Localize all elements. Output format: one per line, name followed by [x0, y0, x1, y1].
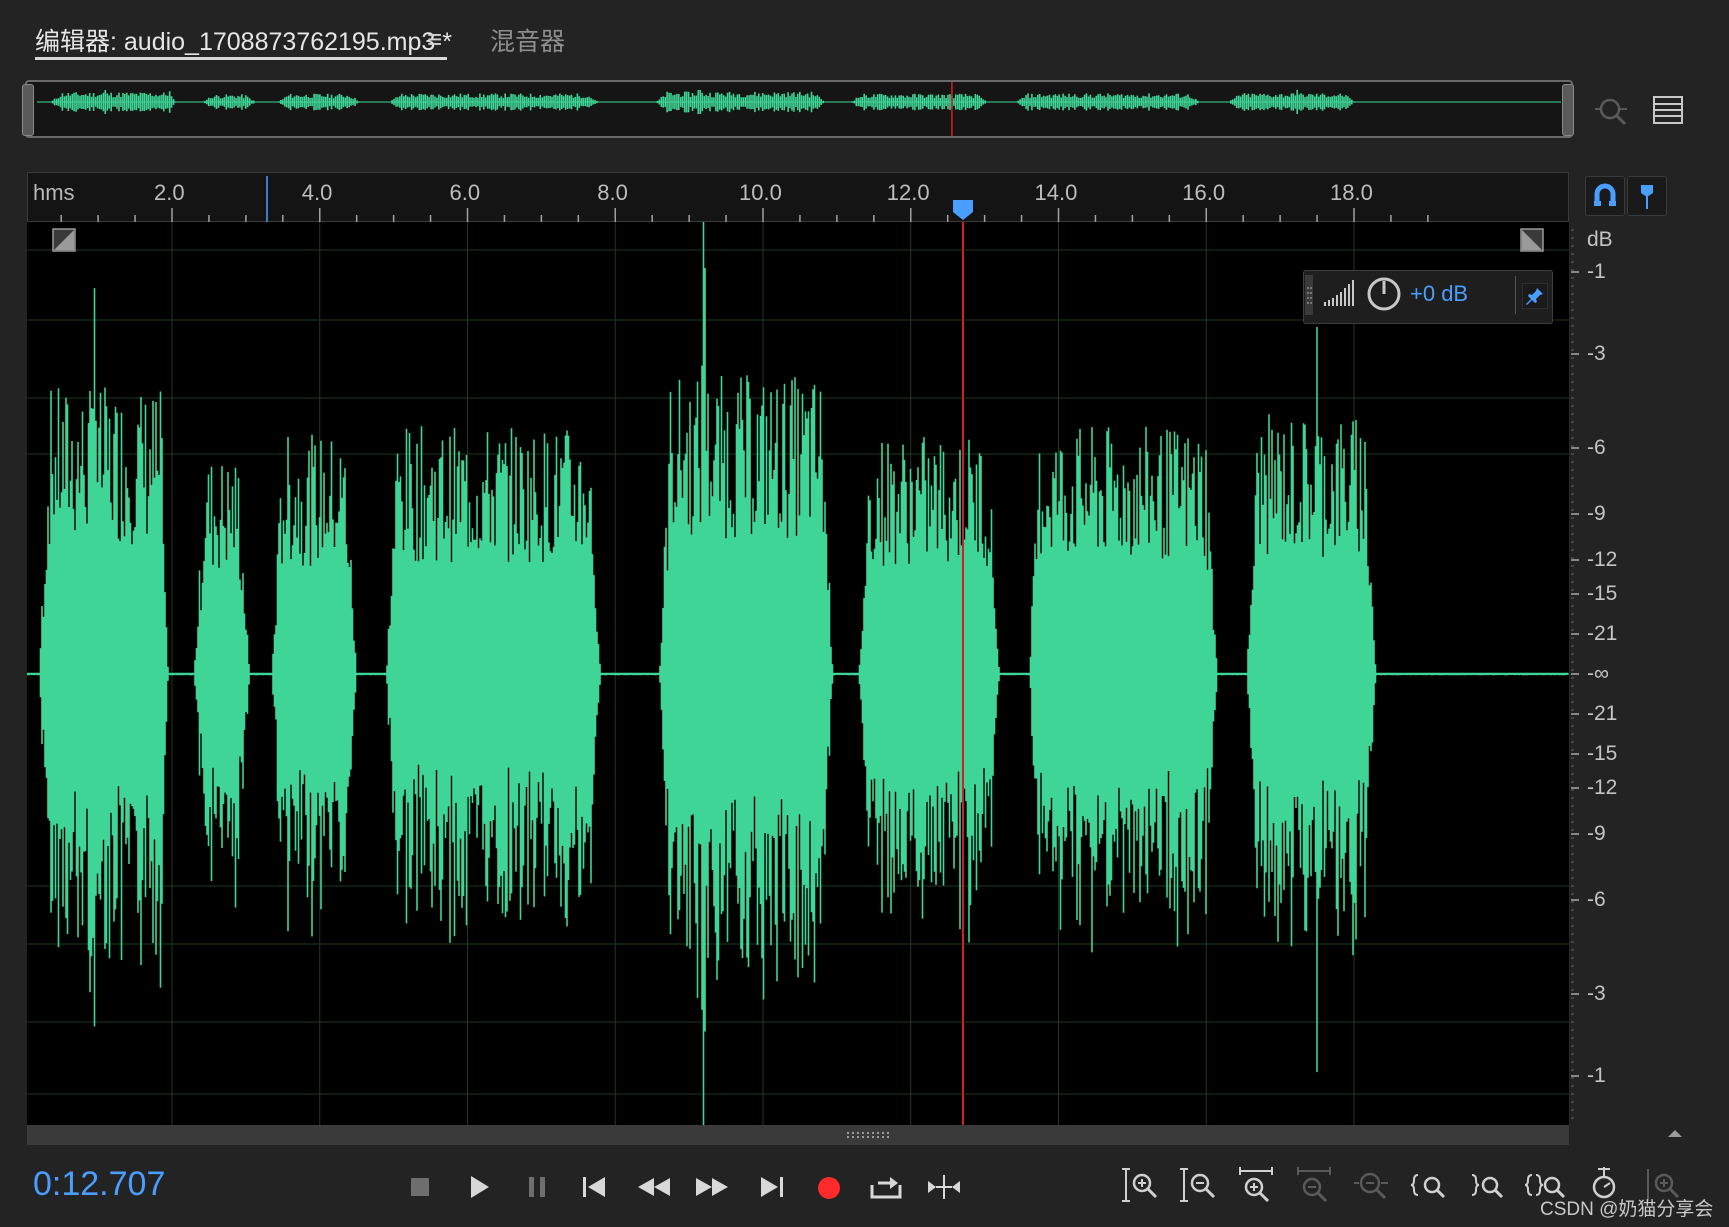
- fast-forward-icon[interactable]: [690, 1165, 734, 1209]
- volume-gain-value[interactable]: +0 dB: [1410, 281, 1468, 307]
- db-label: -9: [1587, 822, 1606, 845]
- db-label: -21: [1587, 702, 1618, 725]
- current-time-display[interactable]: 0:12.707: [33, 1165, 165, 1204]
- waveform-path: [27, 222, 1569, 1125]
- ruler-unit-label: hms: [33, 180, 75, 205]
- ruler-label: 6.0: [449, 180, 481, 205]
- skip-to-start-icon[interactable]: [573, 1165, 617, 1209]
- zoom-out-time-icon[interactable]: [1292, 1163, 1336, 1207]
- hud-divider: [1515, 276, 1516, 314]
- db-label: -6: [1587, 436, 1606, 459]
- zoom-in-selection-start-icon[interactable]: [1408, 1163, 1452, 1207]
- zoom-out-amplitude-icon[interactable]: [1176, 1163, 1220, 1207]
- fade-out-handle-icon[interactable]: [1520, 228, 1544, 252]
- skip-to-end-icon[interactable]: [749, 1165, 793, 1209]
- ruler-label: 8.0: [597, 180, 628, 205]
- ruler-label: 2.0: [154, 180, 185, 205]
- db-label: -1: [1587, 1064, 1606, 1087]
- zoom-in-amplitude-icon[interactable]: [1118, 1163, 1162, 1207]
- volume-knob-icon[interactable]: [1365, 275, 1403, 313]
- zoom-navigator-icon[interactable]: [1593, 92, 1629, 128]
- zoom-out-full-icon[interactable]: [1350, 1163, 1394, 1207]
- playhead-handle: [952, 200, 973, 220]
- db-label: -15: [1587, 742, 1618, 765]
- db-label: -∞: [1587, 662, 1609, 685]
- hud-drag-grip-icon[interactable]: [1305, 275, 1313, 315]
- waveform-canvas: [27, 222, 1569, 1125]
- overview-waveform: [37, 82, 1561, 136]
- pause-icon[interactable]: [515, 1165, 559, 1209]
- db-label: -1: [1587, 260, 1606, 283]
- panel-menu-icon[interactable]: ≡: [427, 24, 442, 55]
- stop-icon[interactable]: [398, 1165, 442, 1209]
- snap-toggle-button[interactable]: [1585, 176, 1625, 216]
- db-label: -15: [1587, 582, 1618, 605]
- scroll-up-arrow-icon[interactable]: [1664, 1125, 1686, 1143]
- db-label: -3: [1587, 342, 1606, 365]
- scrollbar-grip-icon[interactable]: [845, 1130, 895, 1140]
- active-tab-indicator: [35, 57, 447, 60]
- db-label: -12: [1587, 548, 1618, 571]
- list-view-icon[interactable]: [1650, 92, 1686, 128]
- horizontal-scrollbar[interactable]: [27, 1125, 1569, 1145]
- db-label: -3: [1587, 982, 1606, 1005]
- tab-editor[interactable]: 编辑器: audio_1708873762195.mp3 *: [35, 22, 452, 58]
- watermark: CSDN @奶猫分享会: [1540, 1199, 1714, 1220]
- overview-right-handle[interactable]: [1562, 84, 1574, 136]
- loop-icon[interactable]: [864, 1165, 908, 1209]
- ruler-label: 4.0: [301, 180, 333, 205]
- level-meter-icon: [1324, 280, 1354, 306]
- add-marker-button[interactable]: [1627, 176, 1667, 216]
- pin-hud-icon[interactable]: [1522, 283, 1548, 309]
- zoom-in-selection-end-icon[interactable]: [1466, 1163, 1510, 1207]
- db-label: -6: [1587, 888, 1606, 911]
- magnet-icon: [1594, 183, 1616, 206]
- ruler-label: 12.0: [886, 180, 930, 205]
- ruler-label: 18.0: [1330, 180, 1373, 205]
- db-label: -21: [1587, 622, 1618, 645]
- ruler-label: 14.0: [1034, 180, 1078, 205]
- play-icon[interactable]: [456, 1165, 500, 1209]
- overview-left-handle[interactable]: [22, 84, 34, 136]
- fade-in-handle-icon[interactable]: [52, 228, 76, 252]
- db-unit-label: dB: [1587, 228, 1613, 251]
- rewind-icon[interactable]: [632, 1165, 676, 1209]
- db-label: -9: [1587, 502, 1606, 525]
- marker-pin-icon: [1641, 185, 1653, 209]
- ruler-label: 16.0: [1182, 180, 1226, 205]
- skip-selection-icon[interactable]: [922, 1165, 966, 1209]
- tab-mixer[interactable]: 混音器: [490, 22, 565, 58]
- ruler-label: 10.0: [739, 180, 782, 205]
- db-label: -12: [1587, 776, 1618, 799]
- zoom-in-time-icon[interactable]: [1234, 1163, 1278, 1207]
- record-icon[interactable]: [807, 1165, 851, 1209]
